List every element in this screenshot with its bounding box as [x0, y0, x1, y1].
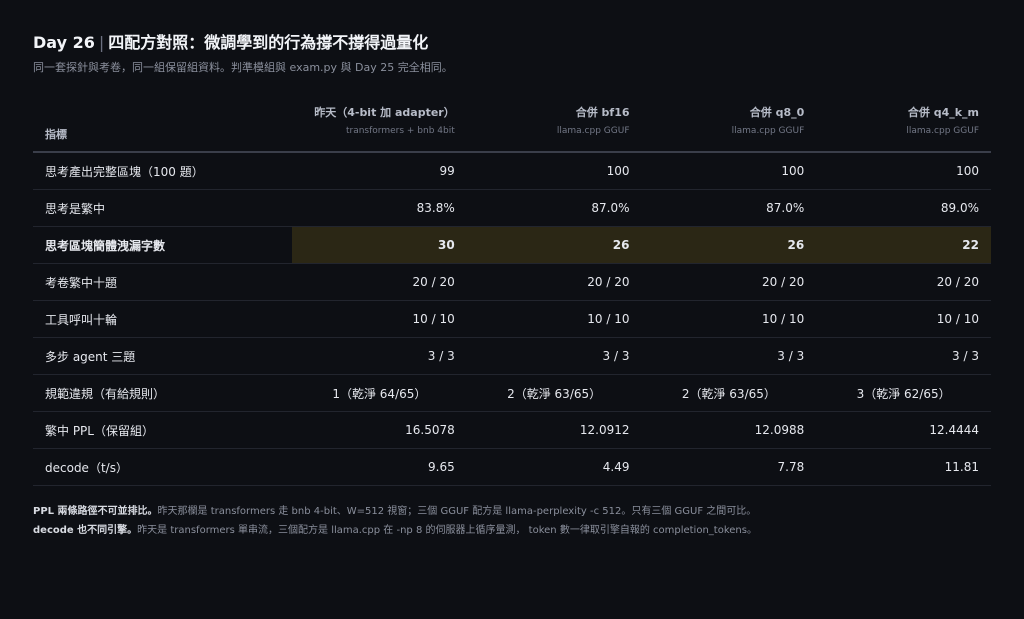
table-cell: 26	[641, 226, 817, 264]
table-cell: 22	[816, 226, 991, 264]
column-header-q8: 合併 q8_0 llama.cpp GGUF	[641, 91, 817, 153]
table-cell: 3 / 3	[292, 337, 467, 375]
table-cell: 16.5078	[292, 411, 467, 449]
table-cell: 100	[466, 152, 642, 190]
table-cell: 10 / 10	[816, 300, 991, 338]
column-engine: llama.cpp GGUF	[731, 125, 805, 136]
table-cell: 83.8%	[292, 189, 467, 227]
column-name: 合併 bf16	[575, 105, 630, 119]
table-cell: 12.4444	[816, 411, 991, 449]
table-cell: 100	[816, 152, 991, 190]
table-cell: 87.0%	[641, 189, 817, 227]
table-cell: 99	[292, 152, 467, 190]
page-title: Day 26 | 四配方對照：微調學到的行為撐不撐得過量化	[33, 30, 991, 56]
footnote-decode-heading: decode 也不同引擎。	[33, 525, 138, 536]
metric-label: 思考是繁中	[33, 189, 292, 227]
metric-column-header: 指標	[33, 91, 292, 153]
title-separator: |	[98, 33, 105, 52]
table-row: 思考是繁中 83.8% 87.0% 87.0% 89.0%	[33, 189, 991, 227]
table-cell: 100	[641, 152, 817, 190]
page-subtitle: 同一套探針與考卷，同一組保留組資料。判準模組與 exam.py 與 Day 25…	[33, 61, 453, 74]
table-row: 考卷繁中十題 20 / 20 20 / 20 20 / 20 20 / 20	[33, 263, 991, 301]
table-row: 繁中 PPL（保留組） 16.5078 12.0912 12.0988 12.4…	[33, 411, 991, 449]
table-cell: 7.78	[641, 448, 817, 486]
table-cell: 89.0%	[816, 189, 991, 227]
footnote-decode-text: 昨天是 transformers 單串流，三個配方是 llama.cpp 在 -…	[137, 525, 757, 536]
column-header-q4km: 合併 q4_k_m llama.cpp GGUF	[816, 91, 991, 153]
footnote-ppl: PPL 兩條路徑不可並排比。昨天那欄是 transformers 走 bnb 4…	[33, 502, 991, 521]
table-header-row: 指標 昨天（4-bit 加 adapter） transformers + bn…	[33, 91, 991, 153]
table-cell: 12.0988	[641, 411, 817, 449]
column-name: 昨天（4-bit 加 adapter）	[314, 105, 455, 119]
column-header-bf16: 合併 bf16 llama.cpp GGUF	[466, 91, 642, 153]
footnote-decode: decode 也不同引擎。昨天是 transformers 單串流，三個配方是 …	[33, 521, 991, 540]
column-engine: transformers + bnb 4bit	[345, 125, 455, 136]
table-row: 多步 agent 三題 3 / 3 3 / 3 3 / 3 3 / 3	[33, 337, 991, 375]
column-engine: llama.cpp GGUF	[906, 125, 979, 136]
table-cell: 20 / 20	[292, 263, 467, 301]
table-row-highlighted: 思考區塊簡體洩漏字數 30 26 26 22	[33, 226, 991, 264]
table-cell: 9.65	[292, 448, 467, 486]
title-main: 四配方對照：微調學到的行為撐不撐得過量化	[108, 33, 429, 52]
metric-label: 繁中 PPL（保留組）	[33, 411, 292, 449]
metric-label: 思考區塊簡體洩漏字數	[33, 226, 292, 264]
column-name: 合併 q8_0	[749, 105, 805, 119]
footnote-ppl-text: 昨天那欄是 transformers 走 bnb 4-bit、W=512 視窗；…	[157, 506, 757, 517]
metric-label: 思考產出完整區塊（100 題）	[33, 152, 292, 190]
table-cell: 4.49	[466, 448, 642, 486]
table-cell: 3 / 3	[466, 337, 642, 375]
table-row: 思考產出完整區塊（100 題） 99 100 100 100	[33, 152, 991, 190]
table-cell: 1（乾淨 64/65）	[292, 374, 467, 412]
footnotes: PPL 兩條路徑不可並排比。昨天那欄是 transformers 走 bnb 4…	[33, 502, 991, 540]
table-cell: 87.0%	[466, 189, 642, 227]
table-cell: 3（乾淨 62/65）	[816, 374, 991, 412]
comparison-table: 指標 昨天（4-bit 加 adapter） transformers + bn…	[33, 91, 991, 486]
table-cell: 11.81	[816, 448, 991, 486]
table-cell: 3 / 3	[641, 337, 817, 375]
table-cell: 12.0912	[466, 411, 642, 449]
column-name: 合併 q4_k_m	[907, 105, 979, 119]
metric-label: 多步 agent 三題	[33, 337, 292, 375]
table-cell: 10 / 10	[641, 300, 817, 338]
table-cell: 26	[466, 226, 642, 264]
column-header-yesterday: 昨天（4-bit 加 adapter） transformers + bnb 4…	[292, 91, 467, 153]
table-cell: 20 / 20	[816, 263, 991, 301]
table-cell: 3 / 3	[816, 337, 991, 375]
table-cell: 20 / 20	[641, 263, 817, 301]
metric-label: 規範違規（有給規則）	[33, 374, 292, 412]
table-cell: 2（乾淨 63/65）	[641, 374, 817, 412]
table-cell: 2（乾淨 63/65）	[466, 374, 642, 412]
title-day: Day 26	[33, 33, 95, 52]
metric-label: decode（t/s）	[33, 448, 292, 486]
table-cell: 10 / 10	[292, 300, 467, 338]
table-cell: 20 / 20	[466, 263, 642, 301]
table-row: decode（t/s） 9.65 4.49 7.78 11.81	[33, 448, 991, 486]
column-engine: llama.cpp GGUF	[556, 125, 630, 136]
metric-label: 考卷繁中十題	[33, 263, 292, 301]
table-cell: 10 / 10	[466, 300, 642, 338]
page: Day 26 | 四配方對照：微調學到的行為撐不撐得過量化 同一套探針與考卷，同一組…	[33, 30, 991, 540]
metric-label: 工具呼叫十輪	[33, 300, 292, 338]
table-row: 規範違規（有給規則） 1（乾淨 64/65） 2（乾淨 63/65） 2（乾淨 …	[33, 374, 991, 412]
footnote-ppl-heading: PPL 兩條路徑不可並排比。	[33, 506, 158, 517]
table-cell: 30	[292, 226, 467, 264]
table-row: 工具呼叫十輪 10 / 10 10 / 10 10 / 10 10 / 10	[33, 300, 991, 338]
